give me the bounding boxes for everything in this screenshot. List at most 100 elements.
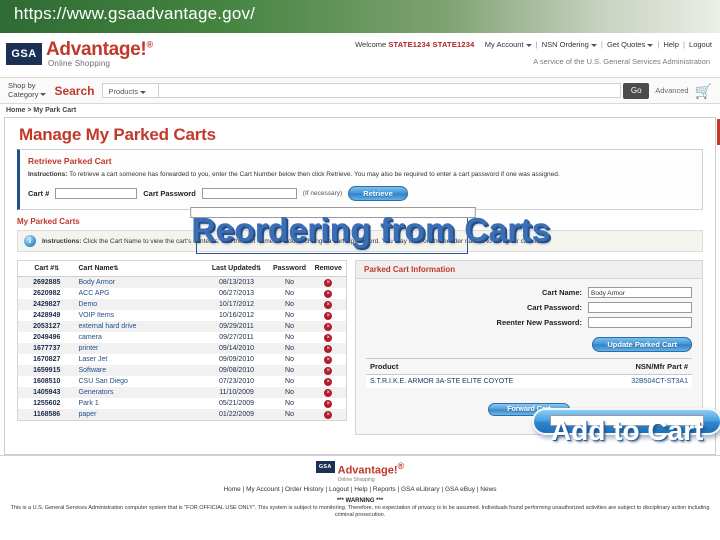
remove-icon[interactable]: × xyxy=(324,322,333,331)
nav-nsn-ordering[interactable]: NSN Ordering xyxy=(542,40,589,49)
footer-link[interactable]: Order History xyxy=(285,486,324,493)
table-row: 2429827 Demo 10/17/2012 No × xyxy=(17,299,347,310)
cell-cart-name[interactable]: paper xyxy=(76,409,205,421)
cell-password: No xyxy=(285,323,294,330)
remove-icon[interactable]: × xyxy=(324,366,333,375)
remove-icon[interactable]: × xyxy=(324,289,333,298)
table-row: 1168586 paper 01/22/2009 No × xyxy=(17,409,347,421)
cell-remove: × xyxy=(311,409,347,421)
search-scope-select[interactable]: Products xyxy=(102,83,160,98)
cart-icon[interactable]: 🛒 xyxy=(695,84,712,98)
cell-password: No xyxy=(285,389,294,396)
cart-number-input[interactable] xyxy=(55,188,138,199)
cell-remove: × xyxy=(311,398,347,409)
cart-password-label: Cart Password xyxy=(143,189,196,198)
remove-icon[interactable]: × xyxy=(324,355,333,364)
cell-cart-name[interactable]: Laser Jet xyxy=(76,354,205,365)
cell-remove: × xyxy=(311,277,347,289)
nav-my-account[interactable]: My Account xyxy=(485,40,524,49)
remove-icon[interactable]: × xyxy=(324,399,333,408)
remove-icon[interactable]: × xyxy=(324,311,333,320)
col-label: Last Updated xyxy=(211,265,257,272)
col-header-cart-number[interactable]: Cart #⇅ xyxy=(17,260,76,277)
retrieve-instructions: Instructions: To retrieve a cart someone… xyxy=(28,170,694,179)
brand-trademark-icon: ® xyxy=(146,39,153,50)
footer-link[interactable]: GSA eBuy xyxy=(445,486,475,493)
footer-link[interactable]: Reports xyxy=(373,486,396,493)
remove-icon[interactable]: × xyxy=(324,300,333,309)
table-row: 2049496 camera 09/27/2011 No × xyxy=(18,332,347,343)
chevron-down-icon[interactable] xyxy=(525,43,532,47)
cart-info-password-input[interactable] xyxy=(588,302,692,313)
advanced-search-link[interactable]: Advanced xyxy=(649,86,694,95)
footer-link[interactable]: Home xyxy=(223,486,240,493)
sort-icon[interactable]: ⇅ xyxy=(114,266,119,272)
remove-icon[interactable]: × xyxy=(324,344,333,353)
cart-password-input[interactable] xyxy=(201,188,297,199)
col-header-last-updated[interactable]: Last Updated⇅ xyxy=(204,260,269,277)
shop-by-category-menu[interactable]: Shop by Category xyxy=(0,81,54,99)
chevron-down-icon[interactable] xyxy=(590,43,597,47)
cell-remove: × xyxy=(311,354,347,365)
col-header-password[interactable]: Password xyxy=(268,260,311,277)
retrieve-instructions-label: Instructions: xyxy=(28,171,68,178)
footer-link[interactable]: Help xyxy=(354,486,367,493)
cell-remove: × xyxy=(311,299,347,310)
nav-separator: | xyxy=(600,40,603,49)
cell-cart-name[interactable]: Generators xyxy=(76,387,205,398)
parked-carts-column: Cart #⇅ Cart Name⇅ Last Updated⇅ Passwor… xyxy=(17,260,347,435)
cell-cart-name[interactable]: Demo xyxy=(76,299,205,310)
username-label: STATE1234 STATE1234 xyxy=(388,40,475,49)
cell-cart-number: 1608510 xyxy=(33,378,61,385)
remove-icon[interactable]: × xyxy=(324,377,333,386)
sort-icon[interactable]: ⇅ xyxy=(256,266,261,272)
cell-cart-name[interactable]: Software xyxy=(76,365,205,376)
chevron-down-icon[interactable] xyxy=(140,90,147,94)
search-go-button[interactable]: Go xyxy=(623,82,650,99)
nav-help[interactable]: Help xyxy=(663,40,678,49)
cell-cart-name[interactable]: ACC APG xyxy=(76,288,205,299)
table-row: 1670827 Laser Jet 09/09/2010 No × xyxy=(18,354,347,365)
footer-link[interactable]: News xyxy=(480,486,496,493)
cart-name-input[interactable]: Body Armor xyxy=(588,287,692,298)
footer-link[interactable]: My Account xyxy=(246,486,280,493)
sort-icon[interactable]: ⇅ xyxy=(54,266,59,272)
cell-cart-name[interactable]: external hard drive xyxy=(76,321,205,332)
breadcrumb[interactable]: Home > My Park Cart xyxy=(0,104,720,117)
col-header-remove[interactable]: Remove xyxy=(310,260,347,277)
nav-logout[interactable]: Logout xyxy=(689,40,712,49)
remove-icon[interactable]: × xyxy=(324,410,333,419)
cell-cart-number: 1168586 xyxy=(33,411,61,418)
col-header-cart-name[interactable]: Cart Name⇅ xyxy=(75,260,205,277)
cell-cart-name[interactable]: Park 1 xyxy=(76,398,205,409)
cell-cart-name[interactable]: VOIP Items xyxy=(76,310,205,321)
table-row: 2692885 Body Armor 08/13/2013 No × xyxy=(17,276,347,289)
reenter-password-label: Reenter New Password: xyxy=(496,318,582,327)
table-row: 2620982 ACC APG 06/27/2013 No × xyxy=(18,288,347,299)
footer-link[interactable]: GSA eLibrary xyxy=(401,486,440,493)
cell-last-updated: 11/10/2009 xyxy=(219,389,254,396)
cell-cart-name[interactable]: camera xyxy=(76,332,205,343)
cell-last-updated: 07/23/2010 xyxy=(218,378,255,385)
update-parked-cart-button[interactable]: Update Parked Cart xyxy=(592,337,692,352)
cell-cart-name[interactable]: Body Armor xyxy=(76,277,205,289)
warning-body: This is a U.S. General Services Administ… xyxy=(10,504,710,518)
retrieve-button[interactable]: Retrieve xyxy=(348,186,408,201)
chevron-down-icon[interactable] xyxy=(647,43,654,47)
cell-last-updated: 09/08/2010 xyxy=(218,367,255,374)
cell-cart-name[interactable]: CSU San Diego xyxy=(76,376,205,387)
remove-icon[interactable]: × xyxy=(324,333,333,342)
remove-icon[interactable]: × xyxy=(324,388,333,397)
product-col-header: Product xyxy=(366,358,595,375)
agency-tagline: A service of the U.S. General Services A… xyxy=(533,57,710,66)
nav-get-quotes[interactable]: Get Quotes xyxy=(607,40,645,49)
chevron-down-icon[interactable] xyxy=(40,93,47,97)
reenter-password-input[interactable] xyxy=(588,317,692,328)
product-name[interactable]: S.T.R.I.K.E. ARMOR 3A-STE ELITE COYOTE xyxy=(366,374,595,388)
footer-link[interactable]: Logout xyxy=(329,486,349,493)
cell-cart-name[interactable]: printer xyxy=(76,343,205,354)
retrieve-form-row: Cart # Cart Password (If necessary) Retr… xyxy=(28,186,694,201)
cell-last-updated: 09/14/2010 xyxy=(218,345,255,352)
remove-icon[interactable]: × xyxy=(324,278,333,287)
search-input[interactable] xyxy=(159,83,622,98)
